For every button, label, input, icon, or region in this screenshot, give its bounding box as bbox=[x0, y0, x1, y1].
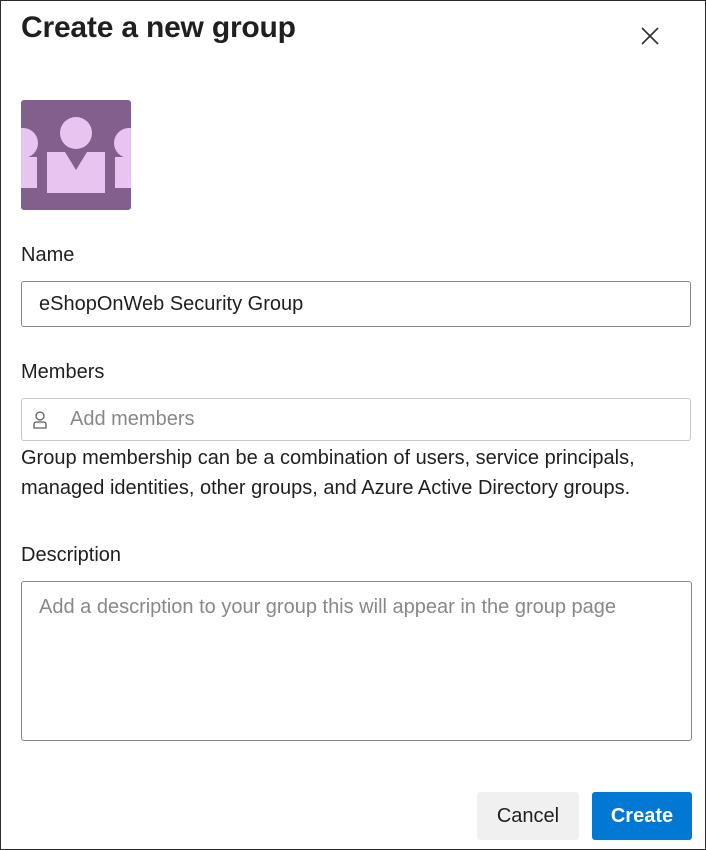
name-label: Name bbox=[21, 244, 75, 266]
group-avatar-icon bbox=[21, 100, 131, 210]
close-button[interactable] bbox=[635, 21, 665, 51]
cancel-button[interactable]: Cancel bbox=[477, 792, 579, 840]
members-help-text: Group membership can be a combination of… bbox=[21, 447, 635, 499]
members-label: Members bbox=[21, 361, 105, 383]
create-button[interactable]: Create bbox=[592, 792, 692, 840]
members-field[interactable] bbox=[21, 398, 691, 441]
name-input[interactable] bbox=[21, 281, 691, 327]
description-textarea[interactable] bbox=[21, 581, 692, 741]
group-avatar bbox=[21, 100, 131, 210]
members-input[interactable] bbox=[68, 407, 690, 432]
dialog-title: Create a new group bbox=[21, 11, 296, 44]
close-icon bbox=[641, 27, 659, 45]
create-group-dialog: Create a new group Name Members bbox=[0, 0, 706, 850]
person-icon bbox=[32, 410, 48, 430]
description-label: Description bbox=[21, 544, 122, 566]
